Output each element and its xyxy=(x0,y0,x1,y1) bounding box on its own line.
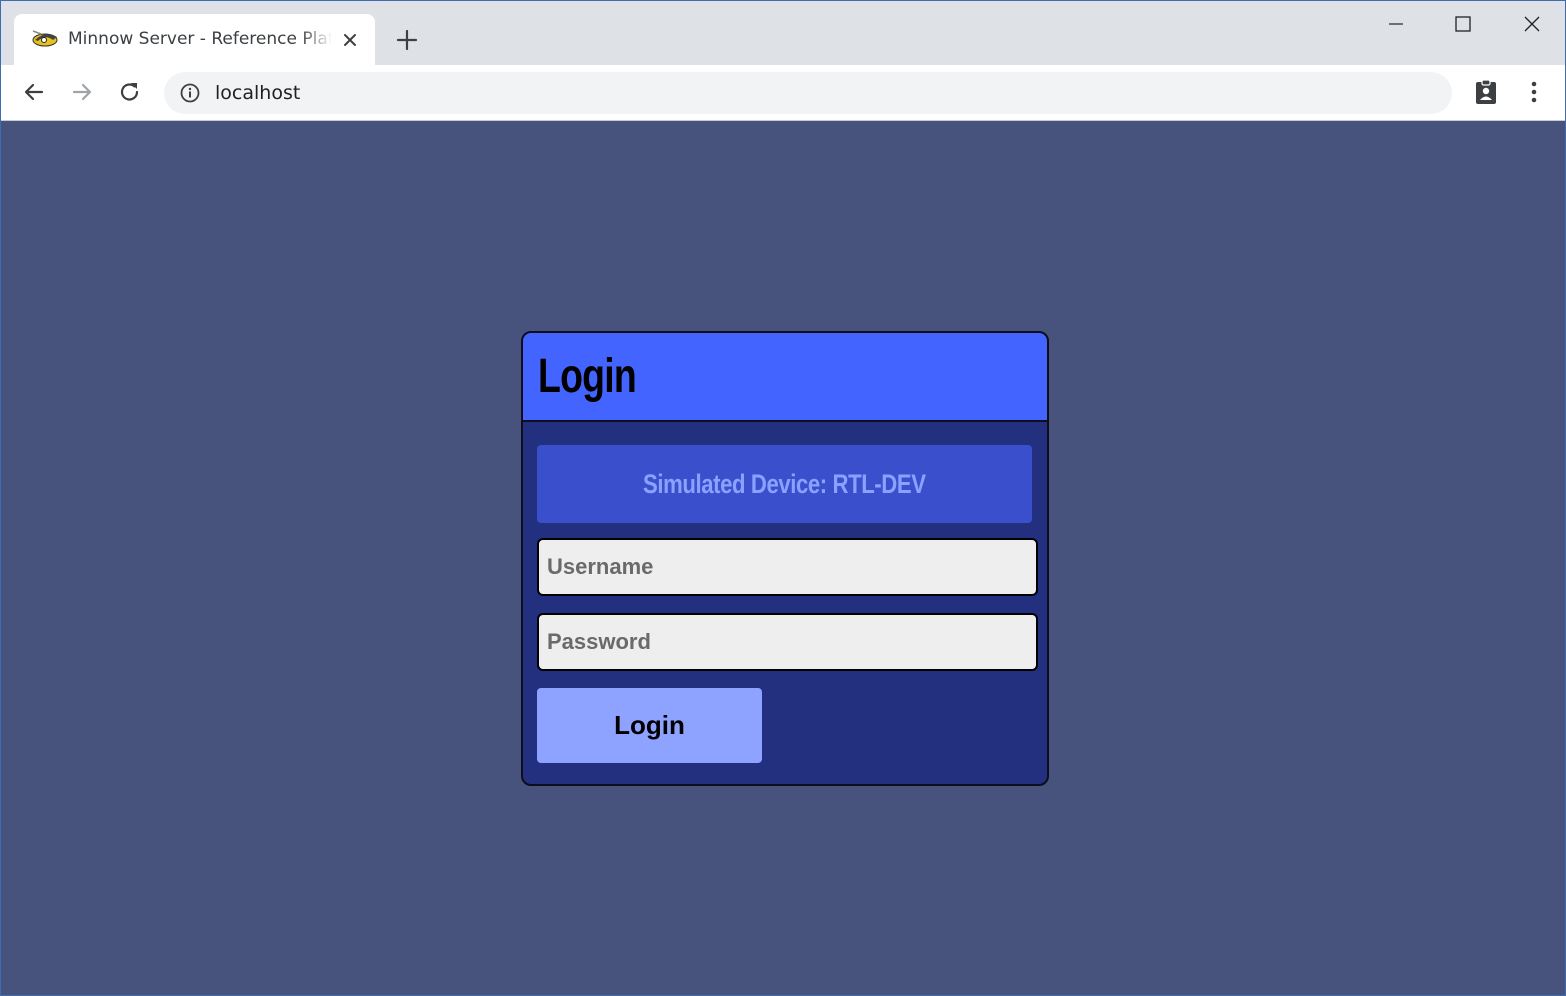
tab-title: Minnow Server - Reference Platform xyxy=(68,29,332,49)
browser-window: Minnow Server - Reference Platform xyxy=(0,0,1566,996)
address-bar[interactable]: localhost xyxy=(164,72,1452,114)
login-header: Login xyxy=(523,333,1047,422)
tab-strip: Minnow Server - Reference Platform xyxy=(1,1,1565,65)
username-input[interactable] xyxy=(537,538,1038,596)
login-card: Login Simulated Device: RTL-DEV Login xyxy=(521,331,1049,786)
minimize-icon[interactable] xyxy=(1381,9,1411,39)
more-menu-icon[interactable] xyxy=(1519,77,1549,107)
address-url[interactable]: localhost xyxy=(215,80,300,106)
login-heading: Login xyxy=(538,350,637,403)
profile-badge-icon[interactable] xyxy=(1471,77,1501,107)
window-close-icon[interactable] xyxy=(1517,9,1547,39)
browser-tab[interactable]: Minnow Server - Reference Platform xyxy=(14,14,375,65)
password-input[interactable] xyxy=(537,613,1038,671)
maximize-icon[interactable] xyxy=(1448,9,1478,39)
device-label: Simulated Device: RTL-DEV xyxy=(643,469,926,499)
info-icon[interactable] xyxy=(179,82,201,104)
tab-close-icon[interactable] xyxy=(339,29,361,51)
browser-toolbar: localhost xyxy=(1,65,1565,121)
page-content: Login Simulated Device: RTL-DEV Login xyxy=(1,121,1565,995)
login-button[interactable]: Login xyxy=(537,688,762,763)
back-arrow-icon[interactable] xyxy=(20,78,48,106)
device-banner: Simulated Device: RTL-DEV xyxy=(537,445,1032,523)
forward-arrow-icon[interactable] xyxy=(68,78,96,106)
new-tab-icon[interactable] xyxy=(394,27,420,53)
minnow-logo-icon xyxy=(32,30,58,47)
reload-icon[interactable] xyxy=(116,78,144,106)
